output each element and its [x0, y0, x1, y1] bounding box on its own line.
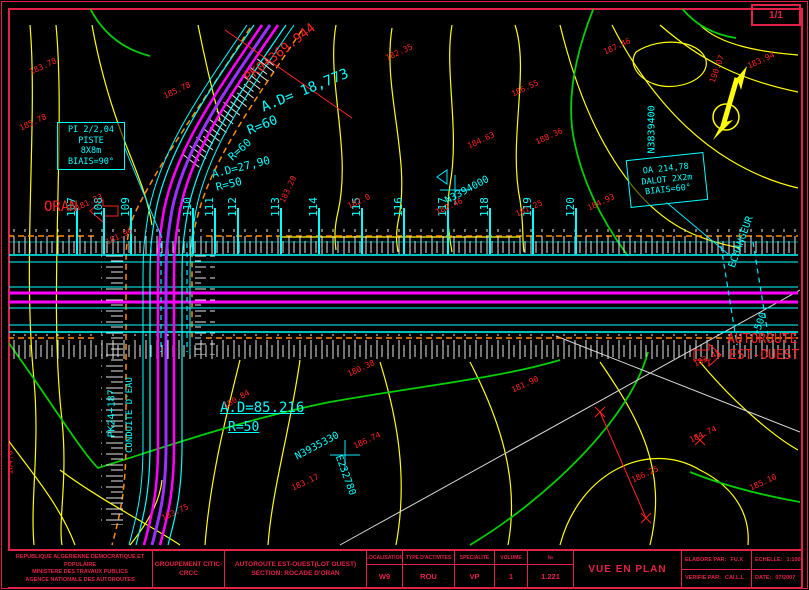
echelle-value: 1:1000: [787, 557, 802, 563]
annotation-label: CONDUITE D'EAU: [125, 377, 135, 453]
activity-label: TYPE D'ACTIVITES: [403, 551, 454, 565]
station-label: 116: [392, 197, 405, 217]
title-block-organisation: REPUBLIQUE ALGERIENNE DEMOCRATIQUE ET PO…: [8, 551, 153, 587]
annotation-label: AUTOROUTE: [727, 332, 797, 347]
annotation-label: ORAN: [44, 199, 78, 215]
annotation-label: PK24+187: [107, 389, 118, 437]
org-line: AGENCE NATIONALE DES AUTOROUTES: [25, 577, 134, 585]
pi-structure-box: PI 2/2,04 PISTE 8X8m BIAIS=90°: [57, 122, 125, 170]
sheet-number-box: 1/1: [751, 4, 801, 26]
localisation-label: LOCALISATION: [367, 551, 402, 565]
station-label: 114: [307, 197, 320, 217]
title-block: REPUBLIQUE ALGERIENNE DEMOCRATIQUE ET PO…: [8, 549, 801, 587]
station-label: 109: [119, 197, 132, 217]
sheet-number: 1/1: [769, 10, 783, 21]
pi-box-line: PISTE: [58, 136, 124, 147]
title-block-specialite: SPECIALITE VP: [455, 551, 495, 587]
cad-sheet: PI 2/2,04 PISTE 8X8m BIAIS=90° OA 214,78…: [0, 0, 809, 590]
drawing-title: VUE EN PLAN: [588, 564, 666, 575]
project-line: SECTION: ROCADE D'ORAN: [251, 569, 339, 578]
echelle-label: ECHELLE:: [755, 557, 783, 563]
title-block-drawing-title: VUE EN PLAN: [574, 551, 682, 587]
title-block-localisation: LOCALISATION W9: [367, 551, 403, 587]
annotation-layer: PI 2/2,04 PISTE 8X8m BIAIS=90° OA 214,78…: [8, 8, 801, 549]
survey-lines: [340, 290, 800, 545]
title-block-project: AUTOROUTE EST-OUEST(LOT OUEST) SECTION: …: [225, 551, 367, 587]
annotation-label: N3839400: [647, 105, 658, 153]
number-label: №: [528, 551, 573, 565]
title-block-volume: VOLUME 1: [495, 551, 528, 587]
elabore-value: FU.X: [730, 557, 743, 563]
station-label: 111: [203, 197, 216, 217]
annotation-label: 184.0: [8, 450, 15, 474]
volume-label: VOLUME: [495, 551, 527, 565]
pi-box-line: PI 2/2,04: [58, 125, 124, 136]
red-survey-marks: [90, 30, 721, 523]
drawing-area: PI 2/2,04 PISTE 8X8m BIAIS=90° OA 214,78…: [8, 8, 801, 549]
annotation-label: R=50: [228, 420, 259, 435]
elabore-label: ELABORE PAR:: [685, 557, 726, 563]
title-block-activity: TYPE D'ACTIVITES ROU: [403, 551, 455, 587]
contour-lines-green: [8, 8, 800, 545]
org-line: MINISTERE DES TRAVAUX PUBLICS: [32, 569, 128, 577]
station-label: 112: [226, 197, 239, 217]
station-label: 110: [181, 197, 194, 217]
title-block-scale-date: ECHELLE: 1:1000 DATE: 07/2007: [752, 551, 801, 587]
number-value: 1.221: [528, 565, 573, 587]
drawing-canvas: [8, 8, 801, 549]
date-value: 07/2007: [775, 575, 795, 581]
specialite-label: SPECIALITE: [455, 551, 494, 565]
project-line: AUTOROUTE EST-OUEST(LOT OUEST): [235, 560, 356, 569]
org-line: REPUBLIQUE ALGERIENNE DEMOCRATIQUE ET PO…: [8, 554, 152, 569]
groupement-name: GROUPEMENT CITIC-CRCC: [153, 560, 224, 578]
date-label: DATE:: [755, 575, 771, 581]
verifie-label: VERIFIE PAR:: [685, 575, 721, 581]
specialite-value: VP: [455, 565, 494, 587]
verifie-value: CAI.L.L: [725, 575, 744, 581]
title-block-number: № 1.221: [528, 551, 574, 587]
volume-value: 1: [495, 565, 527, 587]
title-block-groupement: GROUPEMENT CITIC-CRCC: [153, 551, 225, 587]
localisation-value: W9: [367, 565, 402, 587]
activity-value: ROU: [403, 565, 454, 587]
pi-box-line: 8X8m: [58, 146, 124, 157]
pi-box-line: BIAIS=90°: [58, 157, 124, 168]
title-block-authors: ELABORE PAR: FU.X VERIFIE PAR: CAI.L.L: [682, 551, 752, 587]
annotation-label: EST-OUEST: [729, 348, 799, 363]
annotation-label: 1600: [8, 101, 9, 123]
oa-structure-box: OA 214,78 DALOT 2X2m BIAIS=60°: [626, 152, 709, 208]
station-label: 118: [478, 197, 491, 217]
station-label: 120: [564, 197, 577, 217]
